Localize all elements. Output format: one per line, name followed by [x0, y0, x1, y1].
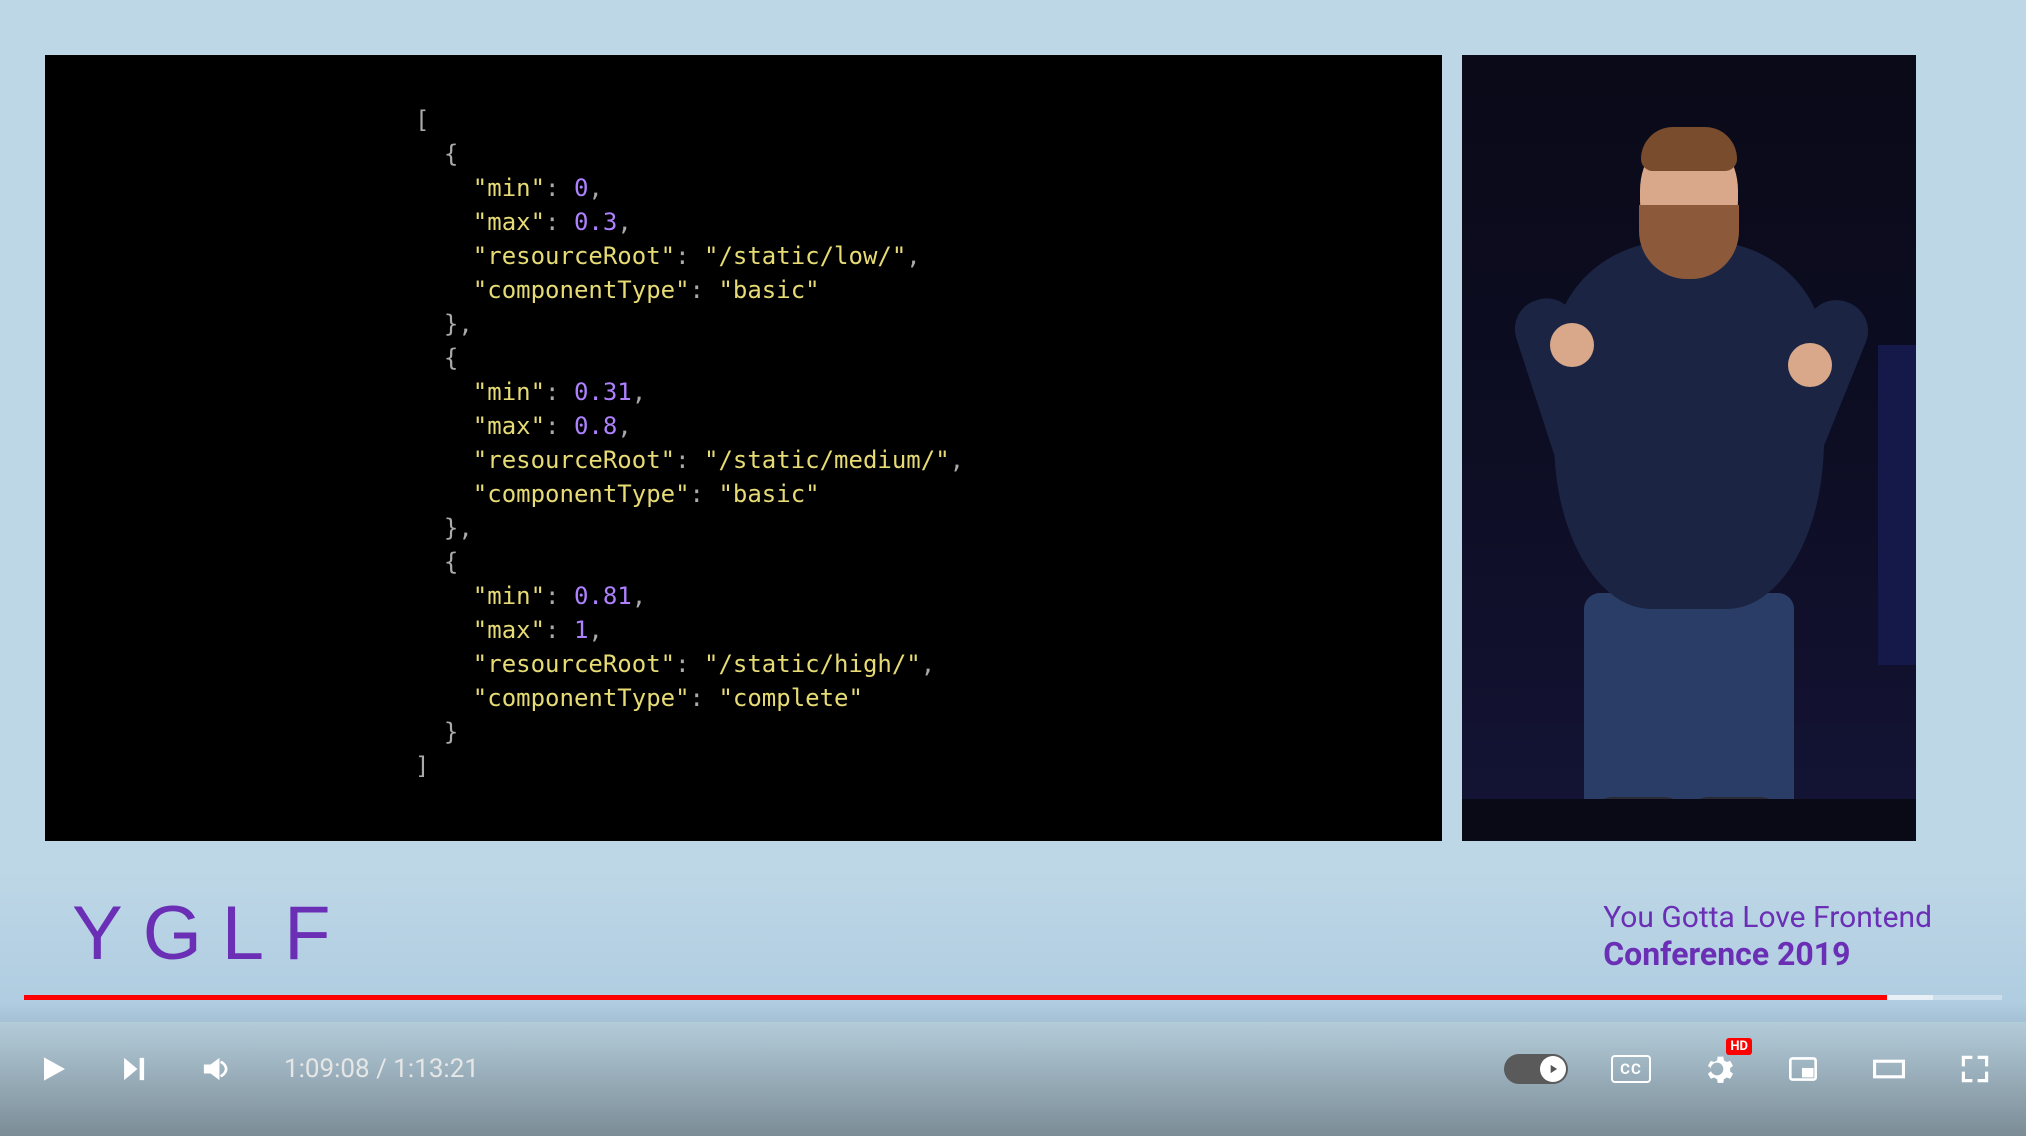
- presentation-slide: [ { "min": 0, "max": 0.3, "resourceRoot"…: [45, 55, 1442, 841]
- fullscreen-button[interactable]: [1952, 1046, 1998, 1092]
- conference-title: You Gotta Love Frontend Conference 2019: [1603, 900, 1932, 973]
- speaker-camera-feed: [1462, 55, 1916, 841]
- progress-bar[interactable]: [24, 995, 2002, 1000]
- time-display: 1:09:08 / 1:13:21: [284, 1054, 479, 1084]
- yglf-logo: YGLF: [72, 890, 351, 977]
- conference-title-line2: Conference 2019: [1603, 935, 1932, 973]
- time-separator: /: [370, 1054, 394, 1084]
- fullscreen-icon: [1956, 1050, 1994, 1088]
- progress-loaded: [1887, 995, 1932, 1000]
- gear-icon: [1698, 1050, 1736, 1088]
- stage-floor: [1462, 799, 1916, 841]
- settings-button[interactable]: HD: [1694, 1046, 1740, 1092]
- duration: 1:13:21: [393, 1054, 479, 1084]
- volume-button[interactable]: [192, 1046, 238, 1092]
- conference-title-line1: You Gotta Love Frontend: [1603, 900, 1932, 935]
- theater-icon: [1869, 1049, 1909, 1089]
- cc-icon: CC: [1611, 1055, 1651, 1083]
- speaker-figure: [1544, 123, 1834, 823]
- miniplayer-button[interactable]: [1780, 1046, 1826, 1092]
- video-frame: [ { "min": 0, "max": 0.3, "resourceRoot"…: [0, 0, 2026, 1022]
- theater-mode-button[interactable]: [1866, 1046, 1912, 1092]
- play-button[interactable]: [28, 1046, 74, 1092]
- progress-played: [24, 995, 1887, 1000]
- miniplayer-icon: [1784, 1050, 1822, 1088]
- player-controls: 1:09:08 / 1:13:21 CC HD: [0, 1002, 2026, 1136]
- code-block: [ { "min": 0, "max": 0.3, "resourceRoot"…: [415, 103, 1442, 783]
- next-button[interactable]: [110, 1046, 156, 1092]
- autoplay-toggle[interactable]: [1504, 1054, 1568, 1084]
- captions-button[interactable]: CC: [1608, 1046, 1654, 1092]
- podium: [1878, 345, 1916, 665]
- autoplay-thumb-icon: [1540, 1056, 1566, 1082]
- current-time: 1:09:08: [284, 1054, 370, 1084]
- hd-badge: HD: [1726, 1038, 1752, 1055]
